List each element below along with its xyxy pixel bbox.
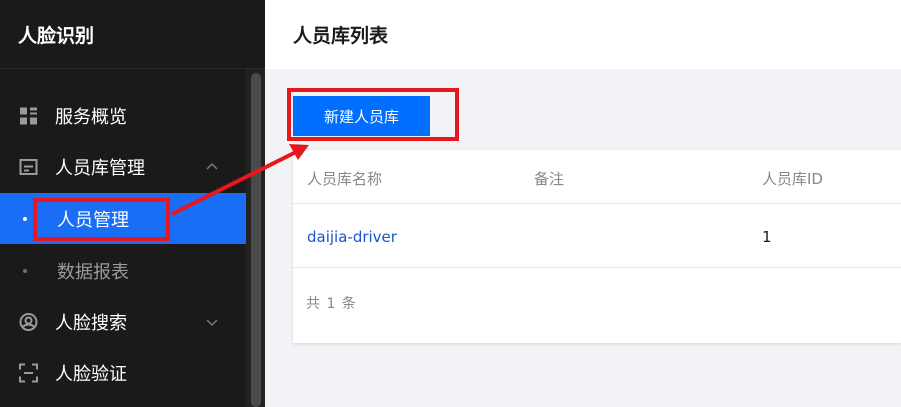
sidebar-item-library-management[interactable]: 人员库管理 [0,141,246,192]
page-header: 人员库列表 [265,0,901,69]
sidebar-item-label: 人脸搜索 [55,312,127,334]
library-id: 1 [762,228,772,246]
grid-icon [20,107,37,124]
library-name-link[interactable]: daijia-driver [307,228,397,246]
library-table: 人员库名称 备注 人员库ID daijia-driver 1 共 1 条 [293,150,901,343]
bullet-dot [23,216,27,221]
column-header-note: 备注 [534,170,565,188]
annotation-box-personnel-management [33,198,170,241]
sidebar-item-face-search[interactable]: 人脸搜索 [0,296,246,347]
sidebar-item-label: 人脸验证 [55,363,127,385]
sidebar-item-data-report[interactable]: 数据报表 [0,245,246,296]
sidebar-scrollbar-thumb[interactable] [251,73,261,407]
sidebar-item-label: 人员库管理 [55,157,145,179]
table-header: 人员库名称 备注 人员库ID [293,150,901,204]
total-count: 共 1 条 [306,296,357,312]
column-header-name: 人员库名称 [307,170,383,188]
sidebar-item-label: 服务概览 [55,106,127,128]
page-title: 人员库列表 [293,25,389,47]
sidebar-item-service-overview[interactable]: 服务概览 [0,90,246,141]
bullet-dot [23,268,27,273]
chevron-down-icon [206,318,218,326]
sidebar-item-label: 数据报表 [57,261,129,283]
table-row[interactable]: daijia-driver 1 [293,204,901,268]
annotation-box-create-button [287,88,459,141]
face-search-icon [19,312,38,331]
column-header-id: 人员库ID [762,170,823,188]
scan-icon [19,363,38,382]
chevron-up-icon [206,162,218,170]
sidebar-header: 人脸识别 [0,0,265,69]
sidebar-item-face-verification[interactable]: 人脸验证 [0,347,246,398]
id-card-icon [19,158,38,175]
app-title: 人脸识别 [18,24,95,47]
